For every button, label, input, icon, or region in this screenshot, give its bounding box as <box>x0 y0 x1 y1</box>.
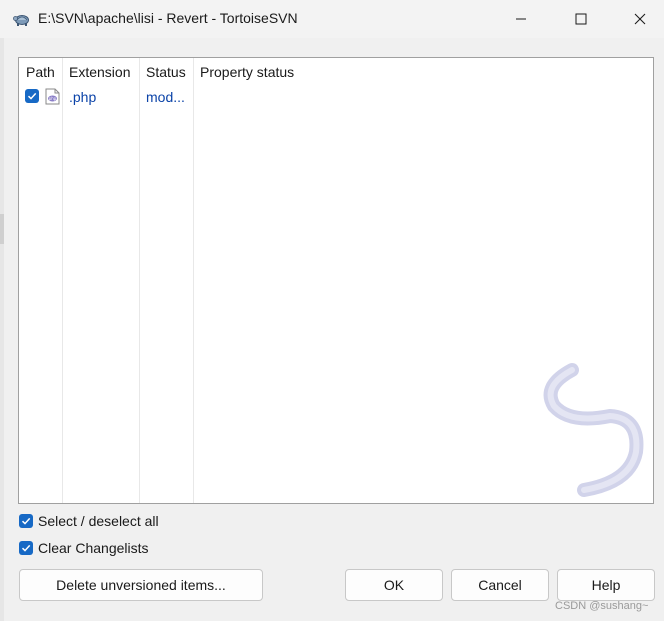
help-button[interactable]: Help <box>557 569 655 601</box>
checkmark-icon <box>21 544 31 552</box>
cell-extension: .php <box>69 89 97 105</box>
edge-mark <box>0 214 4 244</box>
file-list[interactable]: Path Extension Status Property status ph… <box>18 57 654 504</box>
clear-changelists-label[interactable]: Clear Changelists <box>38 540 149 556</box>
minimize-button[interactable] <box>498 0 544 38</box>
column-divider[interactable] <box>139 58 140 503</box>
svg-text:php: php <box>49 96 57 101</box>
window-title: E:\SVN\apache\lisi - Revert - TortoiseSV… <box>38 10 298 26</box>
column-header-path[interactable]: Path <box>26 64 55 80</box>
delete-unversioned-button[interactable]: Delete unversioned items... <box>19 569 263 601</box>
checkmark-icon <box>21 517 31 525</box>
column-header-property-status[interactable]: Property status <box>200 64 294 80</box>
php-file-icon: php <box>45 88 60 105</box>
clear-changelists-checkbox[interactable] <box>19 541 33 555</box>
csdn-watermark: CSDN @sushang~ <box>555 600 649 612</box>
row-checkbox[interactable] <box>25 89 39 103</box>
select-all-checkbox[interactable] <box>19 514 33 528</box>
column-divider[interactable] <box>193 58 194 503</box>
window-edge <box>0 38 4 621</box>
cell-status: mod... <box>146 89 185 105</box>
title-bar: E:\SVN\apache\lisi - Revert - TortoiseSV… <box>0 0 664 38</box>
maximize-icon <box>575 13 587 25</box>
ok-button[interactable]: OK <box>345 569 443 601</box>
minimize-icon <box>516 18 526 20</box>
checkmark-icon <box>27 92 37 100</box>
cancel-button[interactable]: Cancel <box>451 569 549 601</box>
tortoisesvn-turtle-icon <box>12 9 32 29</box>
column-header-extension[interactable]: Extension <box>69 64 130 80</box>
column-divider[interactable] <box>62 58 63 503</box>
revert-arrow-watermark-icon <box>524 358 644 498</box>
close-button[interactable] <box>617 0 663 38</box>
select-all-label[interactable]: Select / deselect all <box>38 513 159 529</box>
close-icon <box>634 13 646 25</box>
column-header-status[interactable]: Status <box>146 64 186 80</box>
maximize-button[interactable] <box>558 0 604 38</box>
